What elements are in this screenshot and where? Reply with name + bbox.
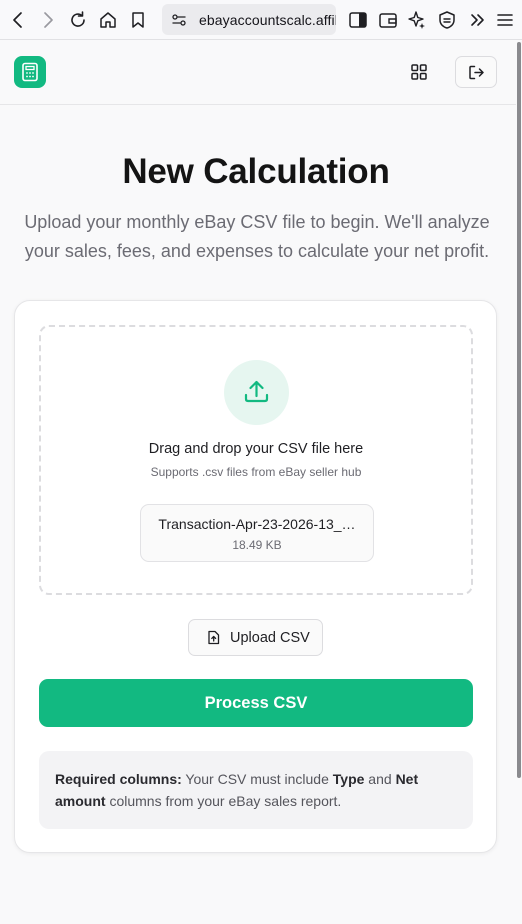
forward-icon[interactable]: [37, 9, 59, 31]
scrollbar-thumb[interactable]: [517, 42, 521, 778]
wallet-icon[interactable]: [377, 9, 399, 31]
home-icon[interactable]: [97, 9, 119, 31]
app-logo[interactable]: [14, 56, 46, 88]
upload-csv-button[interactable]: Upload CSV: [188, 619, 323, 656]
sparkle-icon[interactable]: [406, 9, 428, 31]
upload-csv-label: Upload CSV: [230, 630, 310, 646]
required-columns-text: Required columns: Your CSV must include …: [55, 771, 419, 809]
csv-dropzone[interactable]: Drag and drop your CSV file here Support…: [39, 325, 473, 595]
grid-icon: [411, 64, 427, 80]
chevron-double-right-icon[interactable]: [466, 9, 488, 31]
browser-toolbar: ebayaccountscalc.affili: [0, 0, 522, 40]
dashboard-button[interactable]: [408, 61, 430, 83]
reload-icon[interactable]: [67, 9, 89, 31]
shield-icon[interactable]: [436, 9, 458, 31]
sidebar-icon[interactable]: [347, 9, 369, 31]
upload-icon-circle: [224, 360, 289, 425]
menu-icon[interactable]: [494, 9, 516, 31]
file-name: Transaction-Apr-23-2026-13_…: [158, 516, 356, 532]
address-bar[interactable]: ebayaccountscalc.affili: [162, 4, 336, 35]
column-type: Type: [332, 771, 365, 787]
selected-file: Transaction-Apr-23-2026-13_… 18.49 KB: [140, 504, 374, 562]
required-columns-note: Required columns: Your CSV must include …: [39, 751, 473, 829]
upload-icon: [244, 380, 269, 403]
calculator-icon: [22, 62, 38, 82]
app-header: [0, 40, 516, 105]
file-upload-icon: [208, 630, 220, 645]
upload-card: Drag and drop your CSV file here Support…: [14, 300, 497, 853]
logout-icon: [469, 65, 484, 80]
dropzone-subtitle: Supports .csv files from eBay seller hub: [150, 465, 362, 479]
process-csv-button[interactable]: Process CSV: [39, 679, 473, 727]
dropzone-title: Drag and drop your CSV file here: [148, 441, 364, 457]
file-size: 18.49 KB: [232, 538, 282, 552]
note-label: Required columns:: [55, 771, 182, 787]
page-title: New Calculation: [122, 152, 390, 191]
bookmark-icon[interactable]: [127, 9, 149, 31]
url-text[interactable]: ebayaccountscalc.affili: [199, 12, 336, 28]
site-info-icon[interactable]: [170, 11, 188, 29]
back-icon[interactable]: [7, 9, 29, 31]
page-subtitle: Upload your monthly eBay CSV file to beg…: [24, 212, 490, 261]
logout-button[interactable]: [455, 56, 497, 88]
